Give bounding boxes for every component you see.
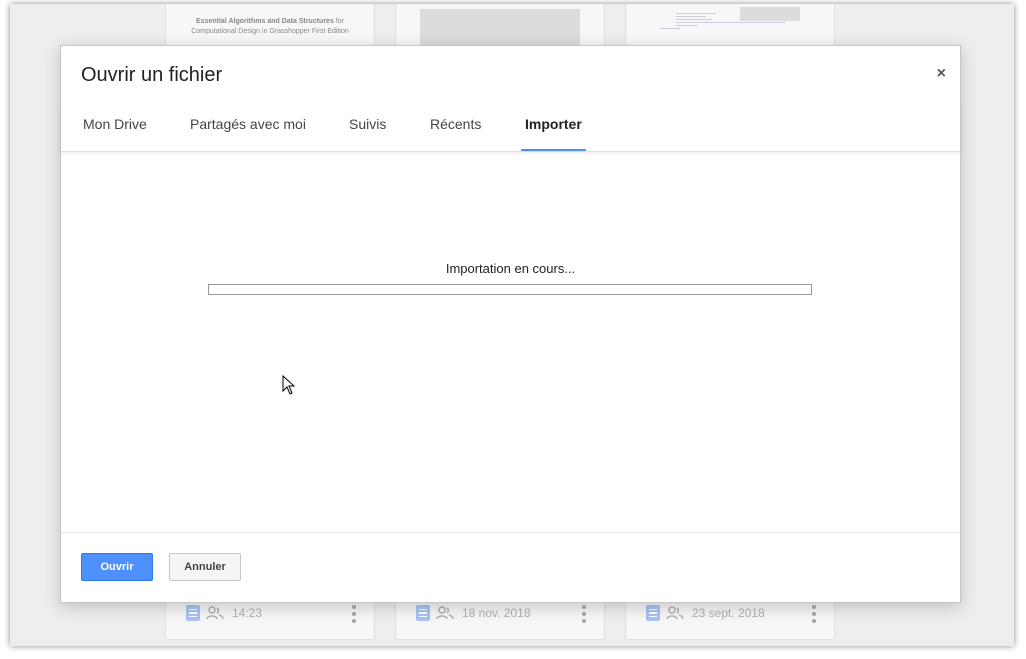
doc-card-footer[interactable]: 23 sept. 2018 [625, 598, 835, 640]
more-vert-icon[interactable] [582, 605, 586, 623]
doc-modified-time: 23 sept. 2018 [692, 606, 765, 620]
more-vert-icon[interactable] [352, 605, 356, 623]
dialog-footer: Ouvrir Annuler [61, 532, 960, 603]
google-docs-icon [646, 605, 660, 621]
dialog-title: Ouvrir un fichier [81, 64, 223, 86]
doc-card[interactable]: Essential Algorithms and Data Structures… [165, 4, 375, 48]
mouse-cursor-icon [282, 375, 296, 395]
doc-thumbnail-image [420, 9, 580, 47]
cancel-button[interactable]: Annuler [169, 553, 241, 581]
open-file-dialog: Ouvrir un fichier × Mon Drive Partagés a… [60, 45, 961, 603]
upload-status-text: Importation en cours... [445, 261, 576, 276]
doc-card-footer[interactable]: 18 nov. 2018 [395, 598, 605, 640]
shared-people-icon [436, 606, 454, 620]
close-icon[interactable]: × [937, 66, 946, 82]
tab-recents[interactable]: Récents [430, 116, 481, 151]
doc-card-footer[interactable]: 14:23 [165, 598, 375, 640]
tab-importer[interactable]: Importer [521, 116, 586, 151]
doc-modified-time: 14:23 [232, 606, 263, 620]
upload-progress-bar [208, 284, 812, 295]
picker-tabs: Mon Drive Partagés avec moi Suivis Récen… [61, 106, 960, 152]
google-docs-icon [416, 605, 430, 621]
upload-area: Importation en cours... [61, 152, 960, 532]
tab-partages-avec-moi[interactable]: Partagés avec moi [190, 116, 306, 151]
open-button[interactable]: Ouvrir [81, 553, 153, 581]
doc-thumbnail-title: Essential Algorithms and Data Structures… [191, 18, 349, 35]
more-vert-icon[interactable] [812, 605, 816, 623]
doc-thumbnail-text [656, 11, 806, 43]
shared-people-icon [206, 606, 224, 620]
doc-modified-time: 18 nov. 2018 [462, 606, 531, 620]
doc-card[interactable] [625, 4, 835, 48]
tab-mon-drive[interactable]: Mon Drive [83, 116, 147, 151]
tab-suivis[interactable]: Suivis [349, 116, 386, 151]
screenshot-frame: Essential Algorithms and Data Structures… [10, 4, 1014, 646]
shared-people-icon [666, 606, 684, 620]
doc-card[interactable] [395, 4, 605, 48]
google-docs-icon [186, 605, 200, 621]
